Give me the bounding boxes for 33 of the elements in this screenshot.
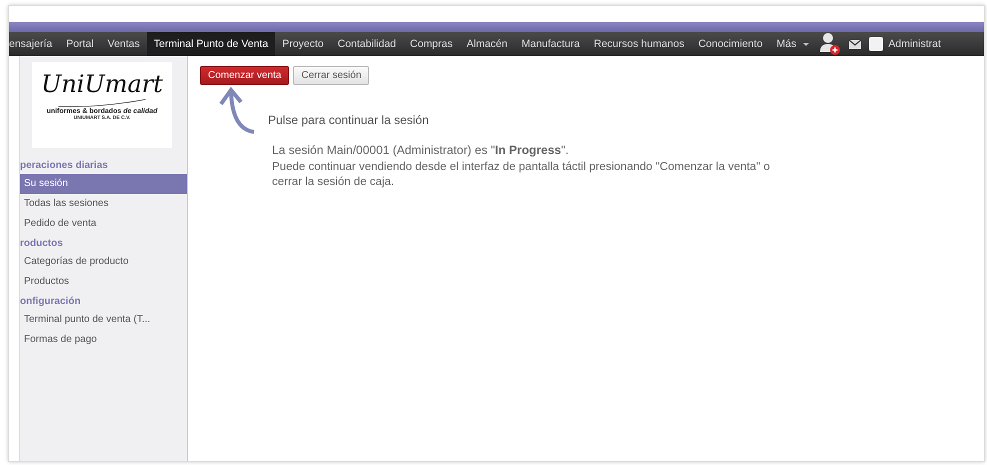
sidebar-item[interactable]: Formas de pago — [20, 330, 187, 350]
sidebar-item[interactable]: Productos — [20, 272, 187, 292]
envelope-icon[interactable] — [849, 40, 862, 48]
menu-item[interactable]: Proyecto — [275, 32, 331, 56]
start-sale-button[interactable]: Comenzar venta — [200, 66, 290, 85]
logo-brand: UniUmart — [41, 70, 163, 98]
sidebar-item[interactable]: Terminal punto de venta (T... — [20, 310, 187, 330]
hint-text: Pulse para continuar la sesión — [268, 113, 429, 127]
user-menu[interactable]: Administrat — [888, 38, 941, 50]
menu-item[interactable]: Conocimiento — [691, 32, 770, 56]
caret-icon — [803, 42, 810, 48]
menu-item[interactable]: Recursos humanos — [586, 32, 692, 56]
close-session-button[interactable]: Cerrar sesión — [293, 66, 370, 85]
menu-item[interactable]: Almacén — [460, 32, 514, 56]
sidebar-item[interactable]: Todas las sesiones — [20, 194, 187, 214]
menu-item[interactable]: Ventas — [100, 32, 147, 56]
sidebar-item[interactable]: Su sesión — [20, 174, 187, 194]
avatar-icon — [869, 37, 884, 51]
menu-item[interactable]: Contabilidad — [330, 32, 404, 56]
section-heading: onfiguración — [20, 295, 82, 309]
user-add-icon[interactable] — [819, 32, 842, 56]
menu-item[interactable]: Terminal Punto de Venta — [146, 32, 276, 56]
sidebar-item[interactable]: Pedido de venta — [20, 214, 187, 234]
menu-item[interactable]: Compras — [403, 32, 460, 56]
section-heading: roductos — [20, 237, 64, 251]
menu-item[interactable]: ensajería — [9, 32, 60, 56]
menu-item[interactable]: Más — [770, 32, 804, 56]
menu-item[interactable]: Portal — [59, 32, 101, 56]
session-message: Puede continuar vendiendo desde el interfaz de pantalla táctil presionando "Comenzar la venta" o cerrar la sesión de caja. — [272, 160, 771, 190]
menu-item[interactable]: Manufactura — [514, 32, 587, 56]
session-status: La sesión Main/00001 (Administrator) es "In Progress". — [272, 143, 570, 157]
sidebar-item[interactable]: Categorías de producto — [20, 252, 187, 272]
section-heading: peraciones diarias — [20, 159, 109, 173]
